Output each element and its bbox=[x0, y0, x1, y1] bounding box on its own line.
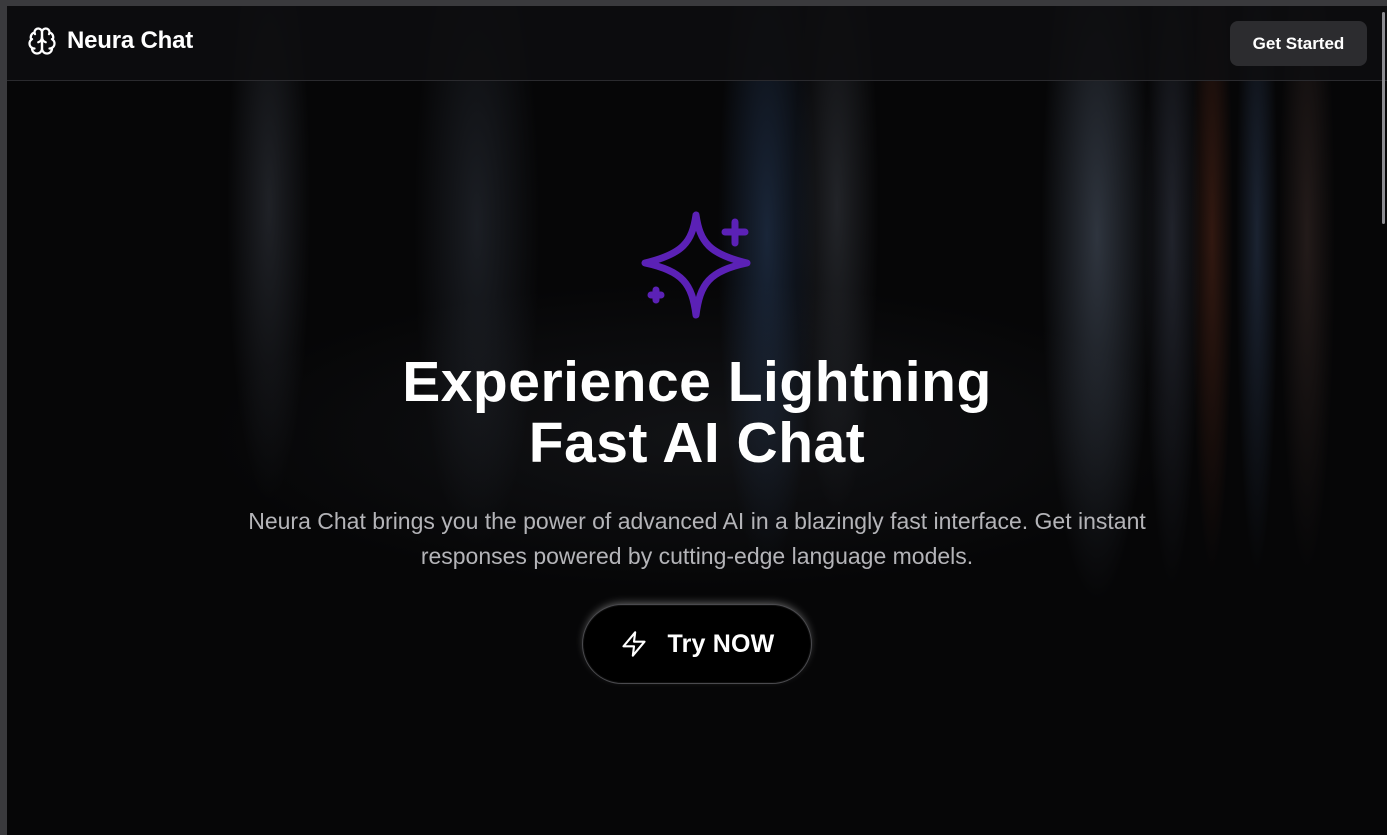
try-now-button[interactable]: Try NOW bbox=[582, 604, 812, 684]
hero-title-line-2: Fast AI Chat bbox=[528, 411, 866, 475]
lightning-bolt-icon bbox=[621, 631, 646, 657]
hero-title: Experience Lightning Fast AI Chat bbox=[7, 352, 1387, 474]
scrollbar-thumb[interactable] bbox=[1382, 12, 1385, 224]
brand-logo-link[interactable]: Neura Chat bbox=[27, 26, 193, 56]
vertical-scrollbar[interactable] bbox=[1379, 6, 1387, 835]
get-started-button[interactable]: Get Started bbox=[1230, 21, 1367, 66]
browser-viewport: Neura Chat Get Started Experience Lightn… bbox=[7, 6, 1387, 835]
brand-name: Neura Chat bbox=[67, 27, 194, 54]
hero-title-line-1: Experience Lightning bbox=[402, 350, 992, 414]
hero-subtitle: Neura Chat brings you the power of advan… bbox=[248, 508, 1146, 569]
brain-icon bbox=[28, 27, 56, 55]
sparkles-icon bbox=[641, 211, 751, 319]
try-now-label: Try NOW bbox=[667, 629, 775, 658]
top-navbar: Neura Chat Get Started bbox=[7, 6, 1387, 81]
